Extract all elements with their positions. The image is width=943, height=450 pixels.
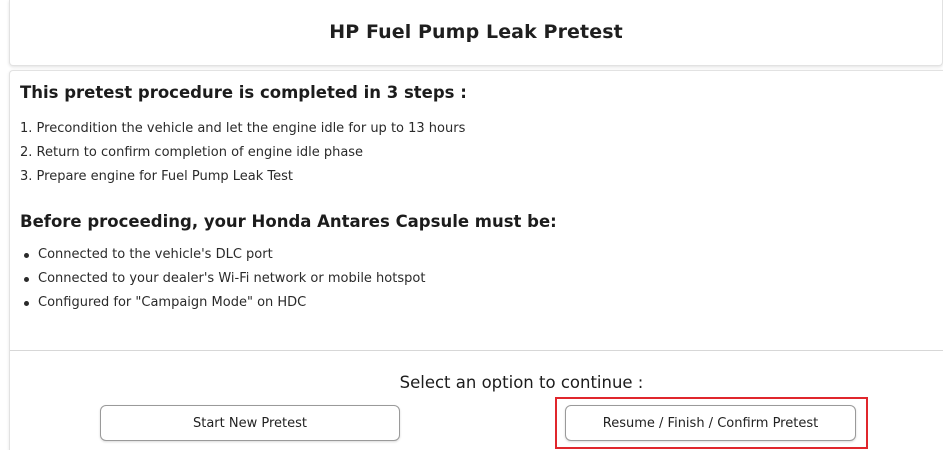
requirements-list: Connected to the vehicle's DLC port Conn… xyxy=(20,243,425,315)
select-option-prompt: Select an option to continue : xyxy=(399,373,644,392)
divider xyxy=(10,350,943,351)
requirements-heading: Before proceeding, your Honda Antares Ca… xyxy=(20,212,557,231)
requirement-text: Connected to your dealer's Wi-Fi network… xyxy=(38,271,426,286)
requirement-item: Connected to your dealer's Wi-Fi network… xyxy=(20,267,425,291)
step-item: 3. Prepare engine for Fuel Pump Leak Tes… xyxy=(20,169,293,184)
bullet-icon xyxy=(24,300,29,306)
requirement-text: Connected to the vehicle's DLC port xyxy=(38,247,273,262)
step-item: 2. Return to confirm completion of engin… xyxy=(20,145,364,160)
bullet-icon xyxy=(24,276,29,282)
resume-pretest-button[interactable]: Resume / Finish / Confirm Pretest xyxy=(565,405,856,441)
requirement-item: Connected to the vehicle's DLC port xyxy=(20,243,425,267)
page: HP Fuel Pump Leak Pretest This pretest p… xyxy=(0,0,943,450)
start-new-pretest-button[interactable]: Start New Pretest xyxy=(100,405,400,441)
header-card: HP Fuel Pump Leak Pretest xyxy=(9,0,943,66)
page-title: HP Fuel Pump Leak Pretest xyxy=(329,20,623,43)
step-item: 1. Precondition the vehicle and let the … xyxy=(20,121,466,136)
requirement-item: Configured for "Campaign Mode" on HDC xyxy=(20,291,425,315)
requirement-text: Configured for "Campaign Mode" on HDC xyxy=(38,295,307,310)
highlight-box: Resume / Finish / Confirm Pretest xyxy=(555,397,868,449)
bullet-icon xyxy=(24,252,29,258)
steps-list: 1. Precondition the vehicle and let the … xyxy=(20,117,465,189)
content-card: This pretest procedure is completed in 3… xyxy=(9,70,943,450)
steps-heading: This pretest procedure is completed in 3… xyxy=(20,83,467,102)
